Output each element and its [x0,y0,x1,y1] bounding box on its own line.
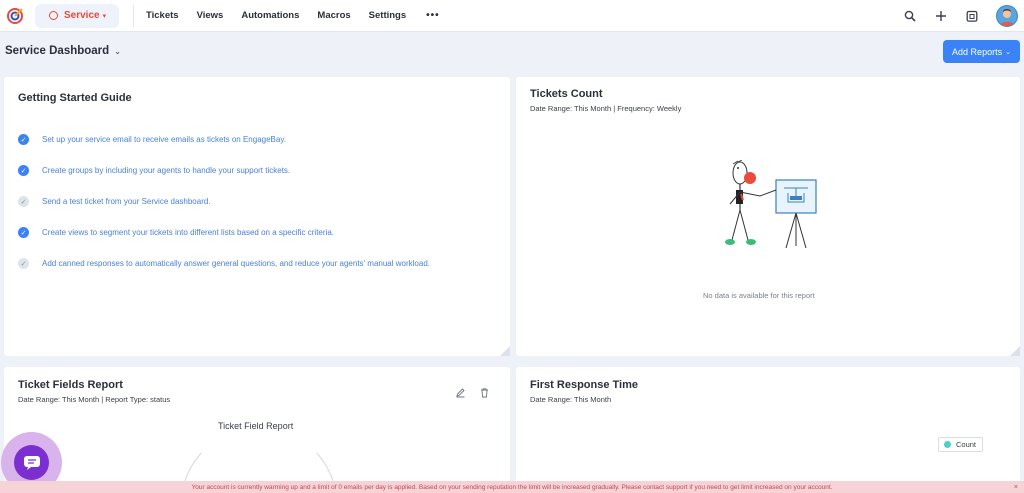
card-title: Tickets Count [530,88,603,100]
add-reports-label: Add Reports [952,46,1003,57]
add-icon[interactable] [934,9,948,23]
ticket-fields-card: Ticket Fields Report Date Range: This Mo… [4,367,510,493]
check-icon: ✓ [18,227,29,238]
guide-item-text: Send a test ticket from your Service das… [42,197,211,206]
check-icon: ✓ [18,134,29,145]
chevron-down-icon: ▾ [102,12,107,20]
headset-icon [49,11,58,20]
card-subtitle: Date Range: This Month | Report Type: st… [18,395,171,404]
chart-legend[interactable]: Count [938,437,983,452]
nav-automations[interactable]: Automations [241,10,299,21]
nav-settings[interactable]: Settings [369,10,406,21]
card-title: Getting Started Guide [18,92,132,104]
card-title: Ticket Fields Report [18,379,123,391]
card-subtitle: Date Range: This Month [530,395,612,404]
page-title: Service Dashboard [5,45,110,57]
nav-macros[interactable]: Macros [317,10,350,21]
guide-item[interactable]: ✓ Set up your service email to receive e… [18,134,286,145]
chat-button[interactable] [14,445,49,480]
resize-handle[interactable] [500,346,510,356]
avatar[interactable] [996,5,1018,27]
resize-handle[interactable] [1010,346,1020,356]
more-menu-icon[interactable]: ••• [426,10,440,21]
calendar-icon[interactable] [965,9,979,23]
guide-item-text: Create views to segment your tickets int… [42,228,334,237]
no-data-illustration [725,160,817,249]
delete-icon[interactable] [478,386,490,398]
chevron-down-icon: ⌄ [114,46,121,56]
search-icon[interactable] [903,9,917,23]
close-icon[interactable]: × [1014,481,1018,493]
chart-title: Ticket Field Report [218,421,294,431]
getting-started-card: Getting Started Guide ✓ Set up your serv… [4,77,510,356]
guide-item[interactable]: ✓ Add canned responses to automatically … [18,258,430,269]
nav-tickets[interactable]: Tickets [146,10,179,21]
module-label: Service [64,10,100,21]
guide-item-text: Add canned responses to automatically an… [42,259,430,268]
guide-item-text: Create groups by including your agents t… [42,166,291,175]
card-title: First Response Time [530,379,638,391]
legend-label: Count [956,440,977,449]
edit-icon[interactable] [454,386,466,398]
dashboard-title[interactable]: Service Dashboard ⌄ [5,45,121,57]
check-icon: ✓ [18,196,29,207]
check-icon: ✓ [18,258,29,269]
guide-item[interactable]: ✓ Create views to segment your tickets i… [18,227,334,238]
main-nav: Tickets Views Automations Macros Setting… [146,10,440,21]
chevron-down-icon: ⌄ [1005,48,1011,56]
empty-state-text: No data is available for this report [703,291,815,300]
top-actions [903,0,1024,32]
top-bar: Service ▾ Tickets Views Automations Macr… [0,0,1024,32]
card-subtitle: Date Range: This Month | Frequency: Week… [530,104,682,113]
guide-item-text: Set up your service email to receive ema… [42,135,286,144]
module-switcher[interactable]: Service ▾ [35,3,119,28]
guide-item[interactable]: ✓ Send a test ticket from your Service d… [18,196,211,207]
banner-text: Your account is currently warming up and… [191,483,833,491]
tickets-count-card: Tickets Count Date Range: This Month | F… [516,77,1020,356]
guide-item[interactable]: ✓ Create groups by including your agents… [18,165,290,176]
add-reports-button[interactable]: Add Reports ⌄ [943,40,1020,63]
first-response-card: First Response Time Date Range: This Mon… [516,367,1020,493]
chat-icon [23,455,40,470]
divider [133,4,134,27]
engagebay-logo-icon[interactable] [5,6,25,26]
check-icon: ✓ [18,165,29,176]
legend-swatch [944,441,951,448]
nav-views[interactable]: Views [197,10,224,21]
account-warming-banner: Your account is currently warming up and… [0,481,1024,493]
